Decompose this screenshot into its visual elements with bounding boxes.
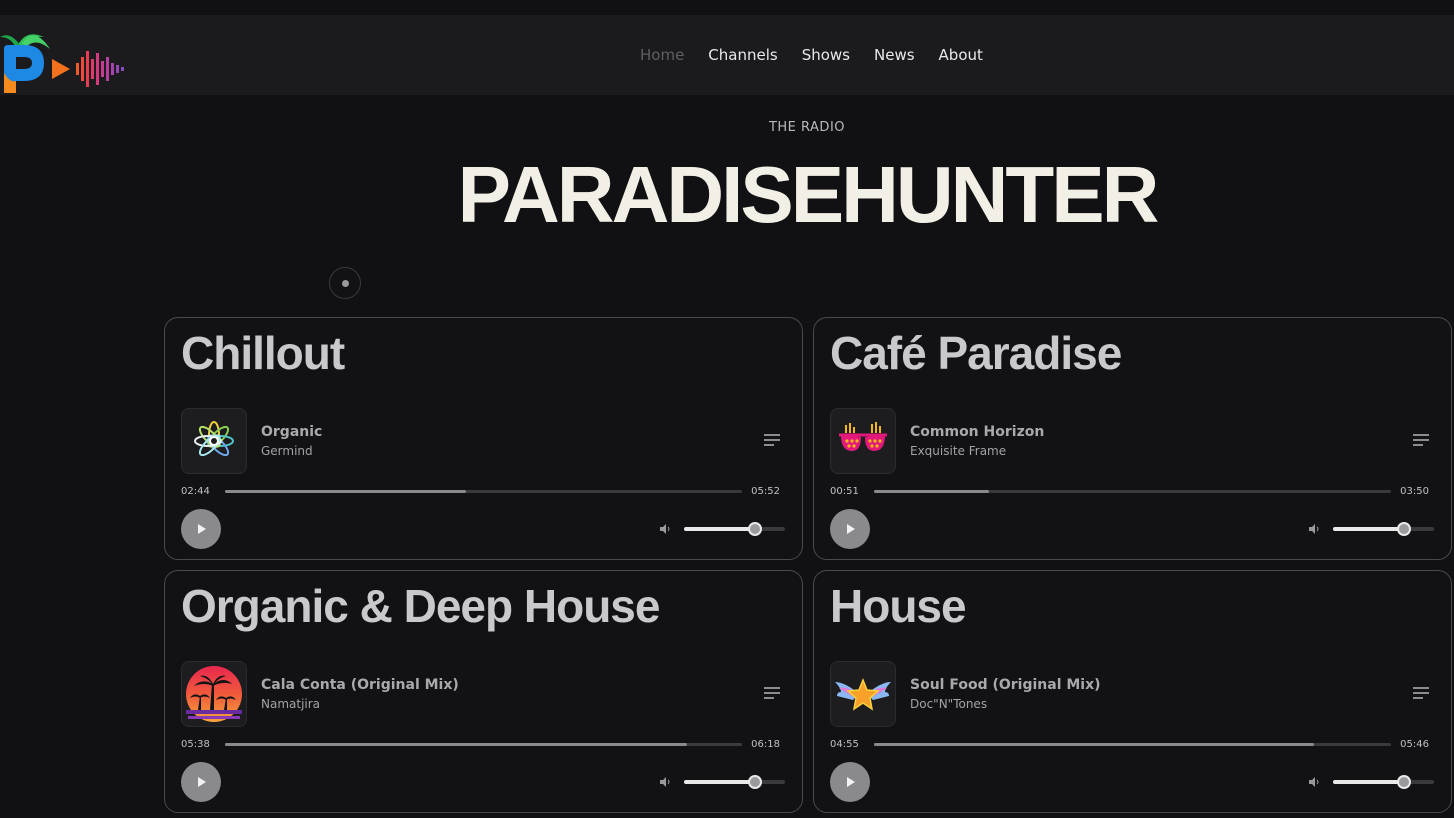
- track-title: Soul Food (Original Mix): [910, 677, 1101, 693]
- track-artist: Germind: [261, 444, 313, 458]
- track-artist: Namatjira: [261, 697, 321, 711]
- hero-kicker: THE RADIO: [768, 120, 846, 135]
- play-button[interactable]: [181, 762, 221, 802]
- channel-title: Organic & Deep House: [181, 580, 660, 632]
- volume-knob[interactable]: [1396, 775, 1411, 789]
- progress-bar[interactable]: [225, 743, 742, 746]
- current-time: 00:51: [830, 486, 859, 497]
- track-title: Organic: [261, 424, 323, 440]
- volume-icon[interactable]: [660, 777, 672, 787]
- current-time: 04:55: [830, 739, 859, 750]
- total-time: 05:46: [1400, 739, 1429, 750]
- progress-bar[interactable]: [225, 490, 742, 493]
- track-title: Cala Conta (Original Mix): [261, 677, 459, 693]
- nav-news[interactable]: News: [874, 46, 915, 64]
- playlist-menu-icon[interactable]: [1413, 434, 1429, 446]
- playlist-menu-icon[interactable]: [764, 687, 780, 699]
- channel-title: House: [830, 580, 967, 632]
- lotus-icon: [181, 408, 247, 474]
- winged-star-icon: [830, 661, 896, 727]
- nav-about[interactable]: About: [939, 46, 983, 64]
- progress-fill: [225, 743, 688, 746]
- navbar: Home Channels Shows News About: [0, 15, 1454, 95]
- volume-slider[interactable]: [684, 522, 785, 536]
- paradisehunter-logo[interactable]: [0, 23, 140, 95]
- channel-title: Chillout: [181, 327, 345, 379]
- top-strip: [0, 0, 1454, 15]
- total-time: 03:50: [1400, 486, 1429, 497]
- channel-card-house: House Soul Food (Original Mix) Doc"N"Ton…: [813, 570, 1452, 813]
- channel-card-cafe-paradise: Café Paradise Common Horizon Exquisite F…: [813, 317, 1452, 560]
- playlist-menu-icon[interactable]: [764, 434, 780, 446]
- track-artist: Exquisite Frame: [910, 444, 1007, 458]
- palm-sunset-icon: [181, 661, 247, 727]
- volume-icon[interactable]: [660, 524, 672, 534]
- current-time: 02:44: [181, 486, 210, 497]
- play-button[interactable]: [830, 509, 870, 549]
- track-artist: Doc"N"Tones: [910, 697, 988, 711]
- nav-channels[interactable]: Channels: [708, 46, 777, 64]
- channel-title: Café Paradise: [830, 327, 1122, 379]
- volume-knob[interactable]: [1396, 522, 1411, 536]
- playlist-menu-icon[interactable]: [1413, 687, 1429, 699]
- progress-fill: [225, 490, 466, 493]
- play-button[interactable]: [181, 509, 221, 549]
- total-time: 05:52: [751, 486, 780, 497]
- volume-slider[interactable]: [1333, 775, 1434, 789]
- volume-knob[interactable]: [747, 775, 762, 789]
- track-title: Common Horizon: [910, 424, 1045, 440]
- sunglasses-icon: [830, 408, 896, 474]
- progress-fill: [874, 490, 989, 493]
- play-button[interactable]: [830, 762, 870, 802]
- volume-knob[interactable]: [747, 522, 762, 536]
- volume-icon[interactable]: [1309, 524, 1321, 534]
- volume-icon[interactable]: [1309, 777, 1321, 787]
- progress-fill: [874, 743, 1315, 746]
- progress-bar[interactable]: [874, 743, 1391, 746]
- channel-card-chillout: Chillout Organic Germind 02:44 05:52: [164, 317, 803, 560]
- total-time: 06:18: [751, 739, 780, 750]
- nav-home[interactable]: Home: [640, 46, 684, 64]
- current-time: 05:38: [181, 739, 210, 750]
- progress-bar[interactable]: [874, 490, 1391, 493]
- hero-title: PARADISEHUNTER: [457, 150, 1160, 239]
- main-nav: Home Channels Shows News About: [640, 15, 983, 95]
- volume-slider[interactable]: [1333, 522, 1434, 536]
- channel-card-organic-deep-house: Organic & Deep House Cala Conta (Origina…: [164, 570, 803, 813]
- nav-shows[interactable]: Shows: [802, 46, 850, 64]
- radio-dot-button[interactable]: [329, 267, 361, 299]
- volume-slider[interactable]: [684, 775, 785, 789]
